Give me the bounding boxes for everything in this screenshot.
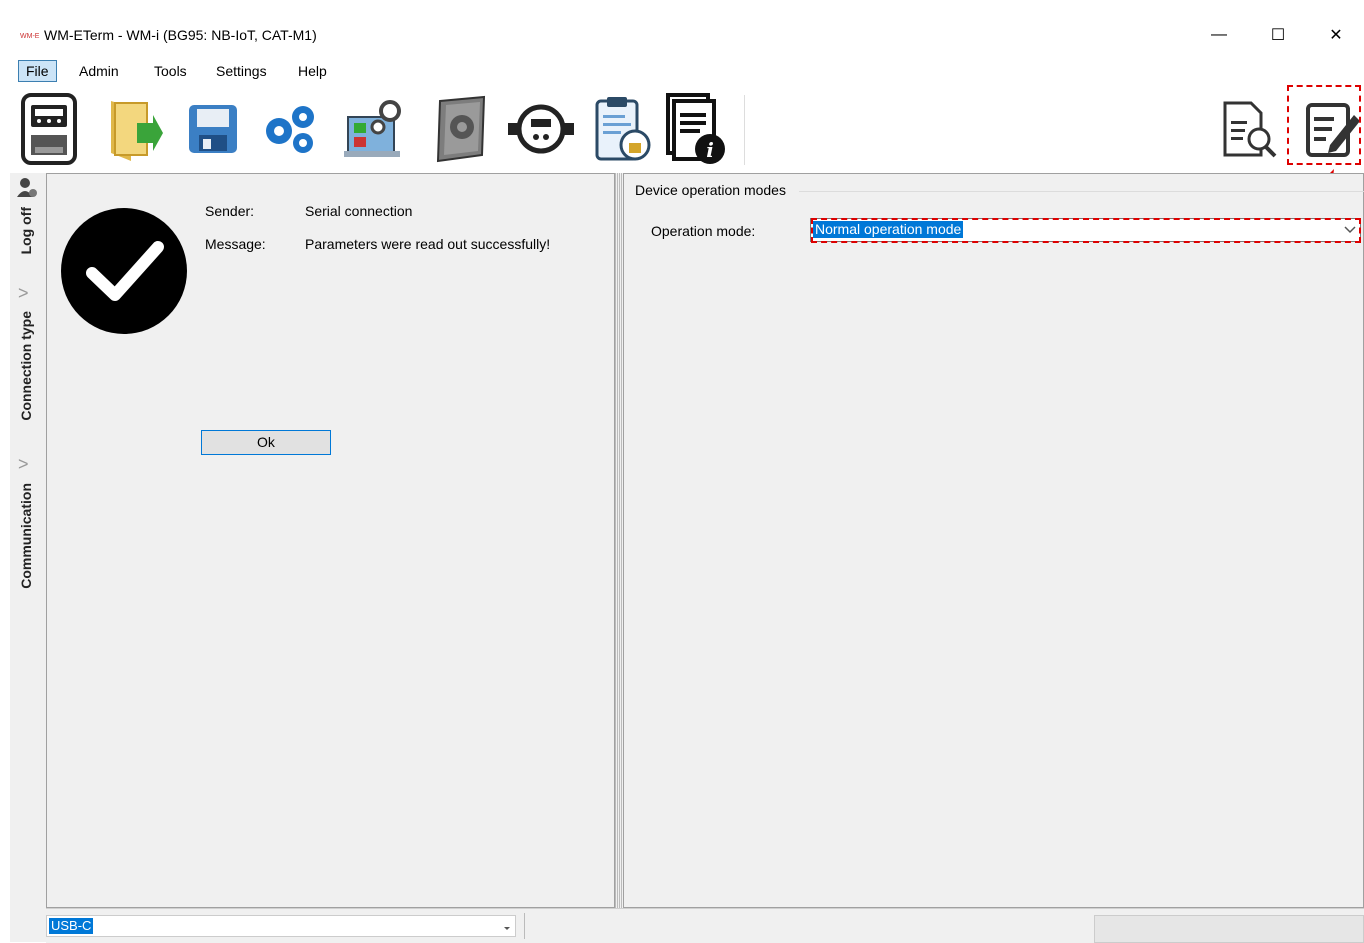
chevron-right-icon: > [18,283,29,303]
app-logo: WM-E [20,33,40,40]
port-value: USB-C [49,918,94,934]
water-meter-icon[interactable] [506,90,576,168]
open-folder-icon[interactable] [98,90,168,168]
maximize-button[interactable]: ☐ [1255,14,1301,56]
svg-text:i: i [706,138,714,162]
edit-icon-highlight [1287,85,1361,165]
operation-mode-highlight [811,218,1361,243]
success-check-icon [60,207,188,338]
user-icon [16,177,38,202]
chevron-right-icon: > [18,454,29,474]
toolbar: i [10,85,1364,173]
firmware-book-icon[interactable] [426,90,496,168]
minimize-button[interactable]: — [1196,14,1242,56]
window-title: WM-ETerm - WM-i (BG95: NB-IoT, CAT-M1) [44,27,317,43]
operation-mode-label: Operation mode: [651,223,756,239]
title-bar: WM-E WM-ETerm - WM-i (BG95: NB-IoT, CAT-… [10,14,1364,56]
message-value: Parameters were read out successfully! [305,236,551,252]
operation-modes-panel: Device operation modes Operation mode: N… [623,173,1364,908]
sender-value: Serial connection [305,203,413,219]
close-button[interactable]: ✕ [1313,14,1359,56]
menu-tools[interactable]: Tools [147,60,194,82]
group-title: Device operation modes [635,182,786,198]
gears-icon[interactable] [256,90,326,168]
tab-communication[interactable]: Communication [18,483,34,589]
parameter-checklist-icon[interactable] [340,90,410,168]
menu-admin[interactable]: Admin [72,60,126,82]
sender-label: Sender: [205,203,255,219]
locked-clipboard-icon[interactable] [586,90,656,168]
port-select[interactable]: USB-C [46,915,516,937]
tab-connection-type[interactable]: Connection type [18,311,34,421]
chevron-down-icon [503,920,511,936]
tab-log-off[interactable]: Log off [18,207,34,254]
message-label: Message: [205,236,266,252]
menu-bar: File Admin Tools Settings Help [10,56,1364,85]
panel-splitter[interactable] [615,173,623,908]
status-bar: USB-C [46,908,1364,943]
toolbar-separator [744,95,745,165]
statusbar-divider [524,913,525,939]
menu-settings[interactable]: Settings [209,60,274,82]
sidebar: Log off > Connection type > Communicatio… [10,173,47,942]
meter-icon[interactable] [14,90,84,168]
document-info-icon[interactable]: i [660,90,730,168]
save-icon[interactable] [178,90,248,168]
document-search-icon[interactable] [1212,90,1282,168]
message-panel: Sender: Serial connection Message: Param… [46,173,615,908]
group-divider [799,191,1364,192]
menu-file[interactable]: File [18,60,57,82]
ok-button[interactable]: Ok [201,430,331,455]
progress-bar [1094,915,1364,943]
menu-help[interactable]: Help [291,60,334,82]
